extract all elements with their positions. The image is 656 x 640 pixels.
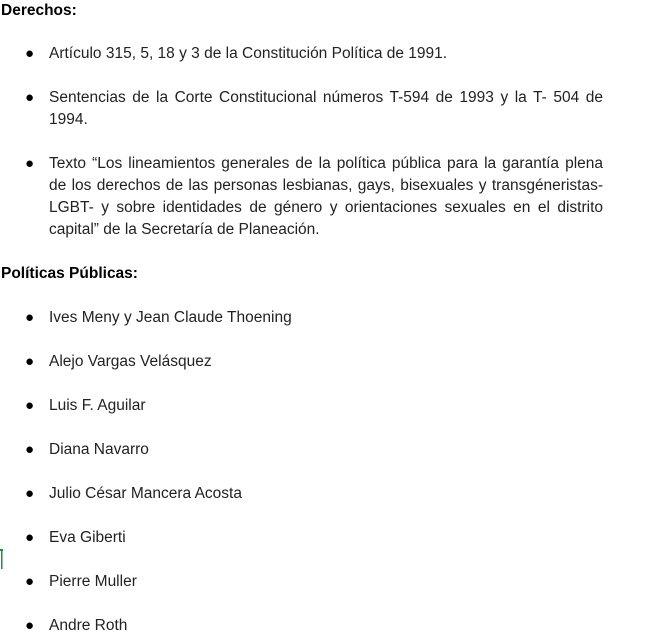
list-item-text: Texto “Los lineamientos generales de la …: [49, 155, 603, 238]
list-item: ● Luis F. Aguilar: [25, 395, 603, 417]
bullet-icon: ●: [25, 309, 35, 326]
section-heading-politicas-publicas: Políticas Públicas:: [1, 265, 138, 282]
bullet-icon: ●: [25, 155, 35, 172]
list-item: ● Ives Meny y Jean Claude Thoening: [25, 307, 603, 329]
list-item-text: Eva Giberti: [49, 529, 126, 546]
list-item: ● Texto “Los lineamientos generales de l…: [25, 153, 603, 241]
list-item: ● Julio César Mancera Acosta: [25, 483, 603, 505]
bullet-icon: ●: [25, 441, 35, 458]
list-item: ● Alejo Vargas Velásquez: [25, 351, 603, 373]
list-item: ● Artículo 315, 5, 18 y 3 de la Constitu…: [25, 43, 603, 65]
bullet-icon: ●: [25, 353, 35, 370]
bullet-icon: ●: [25, 485, 35, 502]
bullet-icon: ●: [25, 617, 35, 634]
list-item: ● Eva Giberti: [25, 527, 603, 549]
bullet-icon: ●: [25, 529, 35, 546]
list-item-text: Artículo 315, 5, 18 y 3 de la Constituci…: [49, 45, 448, 62]
list-item-text: Sentencias de la Corte Constitucional nú…: [49, 89, 603, 128]
list-item-text: Ives Meny y Jean Claude Thoening: [49, 309, 292, 326]
bullet-icon: ●: [25, 45, 35, 62]
bullet-icon: ●: [25, 89, 35, 106]
cursor-bar: [1, 549, 3, 569]
list-item-text: Luis F. Aguilar: [49, 397, 146, 414]
list-item-text: Andre Roth: [49, 617, 128, 634]
list-item: ● Diana Navarro: [25, 439, 603, 461]
text-cursor-icon: [0, 549, 3, 569]
list-item: ● Pierre Muller: [25, 571, 603, 593]
list-item-text: Diana Navarro: [49, 441, 149, 458]
list-item-text: Alejo Vargas Velásquez: [49, 353, 212, 370]
list-item-text: Julio César Mancera Acosta: [49, 485, 242, 502]
list-item-text: Pierre Muller: [49, 573, 137, 590]
section-heading-derechos: Derechos:: [1, 2, 77, 19]
list-item: ● Andre Roth: [25, 615, 603, 637]
cursor-cap: [0, 549, 3, 551]
list-item: ● Sentencias de la Corte Constitucional …: [25, 87, 603, 131]
bullet-icon: ●: [25, 573, 35, 590]
bullet-icon: ●: [25, 397, 35, 414]
